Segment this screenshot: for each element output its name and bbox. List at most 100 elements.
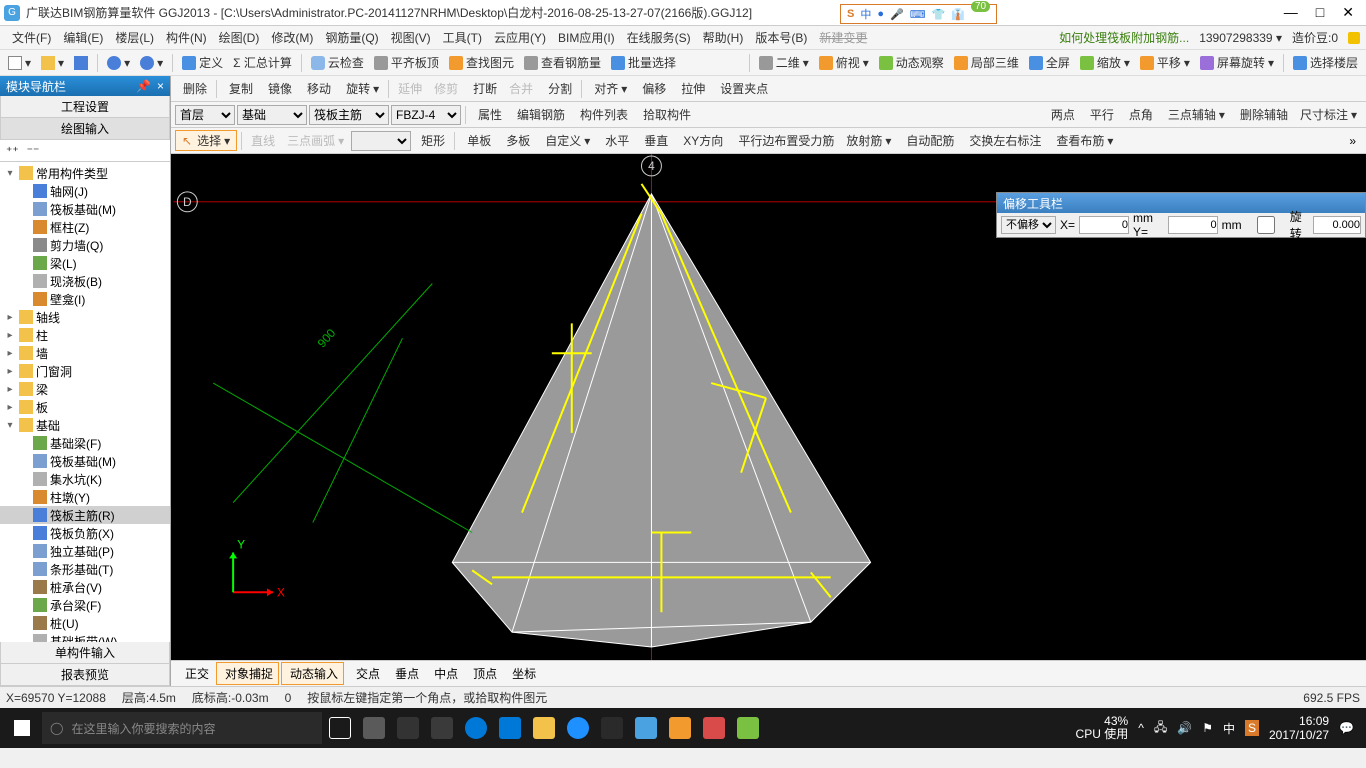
taskview-button[interactable]: [324, 712, 356, 744]
task-store[interactable]: [494, 712, 526, 744]
close-button[interactable]: ✕: [1342, 4, 1354, 21]
task-app1[interactable]: [358, 712, 390, 744]
delaux-button[interactable]: 删除辅轴: [1232, 106, 1293, 123]
tree-node[interactable]: ▸轴线: [0, 308, 170, 326]
tray-notifications-icon[interactable]: 💬: [1339, 721, 1354, 735]
tree-node[interactable]: 壁龛(I): [0, 290, 170, 308]
tray-flag-icon[interactable]: ⚑: [1202, 721, 1213, 735]
tray-clock[interactable]: 16:09 2017/10/27: [1269, 714, 1329, 743]
tray-net-icon[interactable]: 🖧: [1154, 718, 1167, 739]
auto-rebar[interactable]: 自动配筋: [898, 132, 959, 149]
tab-draw-input[interactable]: 绘图输入: [0, 118, 170, 140]
tree-node[interactable]: 柱墩(Y): [0, 488, 170, 506]
ime-mic-icon[interactable]: 🎤: [890, 8, 904, 21]
tree-node[interactable]: 桩承台(V): [0, 578, 170, 596]
task-app2[interactable]: [392, 712, 424, 744]
arc-tool[interactable]: 三点画弧▾: [282, 132, 349, 149]
collapse-all-icon[interactable]: ⁻⁻: [27, 144, 40, 158]
menu-newchange[interactable]: 新建变更: [813, 29, 873, 46]
threepoint-button[interactable]: 三点辅轴▾: [1160, 106, 1230, 123]
topview-button[interactable]: 俯视▾: [815, 52, 873, 74]
single-slab[interactable]: 单板: [459, 132, 496, 149]
offset-rot-input[interactable]: [1313, 216, 1361, 234]
mid-toggle[interactable]: 中点: [426, 663, 463, 684]
sum-button[interactable]: Σ 汇总计算: [229, 52, 296, 74]
menu-tools[interactable]: 工具(T): [437, 29, 488, 46]
offset-x-input[interactable]: [1079, 216, 1129, 234]
menu-file[interactable]: 文件(F): [6, 29, 57, 46]
menu-online[interactable]: 在线服务(S): [621, 29, 697, 46]
undo-button[interactable]: ▾: [103, 52, 134, 74]
cloudcheck-button[interactable]: 云检查: [307, 52, 368, 74]
swap-label[interactable]: 交换左右标注: [961, 132, 1046, 149]
system-tray[interactable]: 43% CPU 使用 ^ 🖧 🔊 ⚑ 中 S 16:09 2017/10/27 …: [1076, 714, 1362, 743]
pin-icon[interactable]: 📌: [136, 79, 151, 93]
offset-rotate-check[interactable]: [1246, 216, 1286, 234]
apex-toggle[interactable]: 顶点: [465, 663, 502, 684]
delete-button[interactable]: 删除: [175, 80, 212, 97]
offset-button[interactable]: 偏移: [634, 80, 671, 97]
pick-button[interactable]: 拾取构件: [635, 106, 696, 123]
move-button[interactable]: 移动: [299, 80, 336, 97]
horiz-tool[interactable]: 水平: [597, 132, 634, 149]
rotate-button[interactable]: 旋转▾: [338, 80, 384, 97]
menu-edit[interactable]: 编辑(E): [57, 29, 109, 46]
close-panel-icon[interactable]: ×: [157, 79, 164, 93]
tray-up-icon[interactable]: ^: [1138, 721, 1144, 735]
ortho-toggle[interactable]: 正交: [177, 663, 214, 684]
zoom-button[interactable]: 缩放▾: [1076, 52, 1134, 74]
tree-node[interactable]: ▾常用构件类型: [0, 164, 170, 182]
task-app7[interactable]: [732, 712, 764, 744]
tree-node[interactable]: 梁(L): [0, 254, 170, 272]
tree-node[interactable]: 基础梁(F): [0, 434, 170, 452]
tree-node[interactable]: ▸柱: [0, 326, 170, 344]
line-tool[interactable]: 直线: [246, 132, 280, 149]
tab-single-input[interactable]: 单构件输入: [0, 642, 170, 664]
tray-ime[interactable]: 中: [1223, 720, 1235, 737]
expand-all-icon[interactable]: ⁺⁺: [6, 144, 19, 158]
xy-tool[interactable]: XY方向: [675, 132, 728, 149]
align-button[interactable]: 对齐▾: [586, 80, 632, 97]
define-button[interactable]: 定义: [178, 52, 227, 74]
local3d-button[interactable]: 局部三维: [950, 52, 1023, 74]
copy-button[interactable]: 复制: [221, 80, 258, 97]
parallel-button[interactable]: 平行: [1082, 106, 1119, 123]
tree-node[interactable]: ▸墙: [0, 344, 170, 362]
tree-node[interactable]: 独立基础(P): [0, 542, 170, 560]
stretch-button[interactable]: 拉伸: [673, 80, 710, 97]
dyninput-toggle[interactable]: 动态输入: [281, 662, 344, 685]
menu-floor[interactable]: 楼层(L): [109, 29, 160, 46]
floor-select[interactable]: 首层: [175, 105, 235, 125]
menu-component[interactable]: 构件(N): [160, 29, 213, 46]
menu-bim[interactable]: BIM应用(I): [552, 29, 621, 46]
editrebar-button[interactable]: 编辑钢筋: [509, 106, 570, 123]
task-edge[interactable]: [460, 712, 492, 744]
trim-button[interactable]: 修剪: [429, 80, 463, 97]
tree-node[interactable]: 基础板带(W): [0, 632, 170, 642]
multi-slab[interactable]: 多板: [498, 132, 535, 149]
viewsteel-button[interactable]: 查看钢筋量: [520, 52, 605, 74]
tab-project-settings[interactable]: 工程设置: [0, 96, 170, 118]
dimension-button[interactable]: 尺寸标注▾: [1295, 106, 1362, 123]
tree-node[interactable]: 桩(U): [0, 614, 170, 632]
complist-button[interactable]: 构件列表: [572, 106, 633, 123]
offset-y-input[interactable]: [1168, 216, 1218, 234]
pointangle-button[interactable]: 点角: [1121, 106, 1158, 123]
selectfloor-button[interactable]: 选择楼层: [1289, 52, 1362, 74]
task-app5[interactable]: [664, 712, 696, 744]
minimize-button[interactable]: —: [1284, 4, 1298, 21]
extend-button[interactable]: 延伸: [393, 80, 427, 97]
redo-button[interactable]: ▾: [136, 52, 167, 74]
coord-toggle[interactable]: 坐标: [504, 663, 541, 684]
tree-node[interactable]: 承台梁(F): [0, 596, 170, 614]
ime-dot-icon[interactable]: ●: [877, 8, 884, 20]
tree-node[interactable]: 条形基础(T): [0, 560, 170, 578]
merge-button[interactable]: 合并: [504, 80, 538, 97]
select-tool[interactable]: ↖选择 ▾: [175, 130, 237, 151]
start-button[interactable]: [4, 712, 40, 744]
task-ggj[interactable]: [630, 712, 662, 744]
menu-version[interactable]: 版本号(B): [749, 29, 813, 46]
tree-node[interactable]: 筏板负筋(X): [0, 524, 170, 542]
setgrip-button[interactable]: 设置夹点: [712, 80, 773, 97]
tree-node[interactable]: 筏板主筋(R): [0, 506, 170, 524]
